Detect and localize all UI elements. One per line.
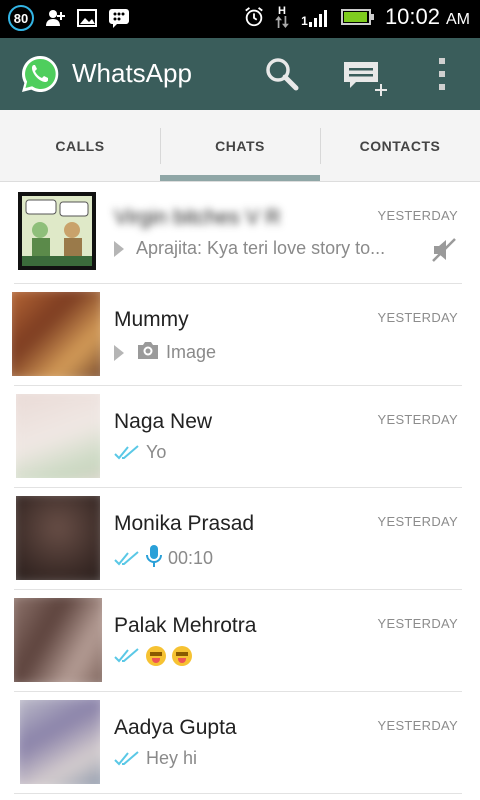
chat-name: Virgin bitches V R	[114, 206, 281, 229]
gallery-icon	[76, 7, 98, 29]
mic-icon	[146, 544, 162, 573]
emoji-icon	[146, 646, 166, 666]
play-indicator-icon	[114, 344, 124, 361]
chat-row[interactable]: Naga New YESTERDAY Yo	[0, 386, 480, 488]
chat-preview	[114, 646, 192, 666]
read-receipt-icon	[114, 550, 139, 565]
network-type-label: H	[277, 5, 286, 17]
status-bar: 80 H 1 10:02 AM	[0, 0, 480, 38]
battery-level-fill	[343, 12, 367, 22]
tab-calls[interactable]: CALLS	[0, 110, 160, 182]
active-tab-indicator	[160, 175, 320, 181]
data-arrows-icon: H	[273, 6, 291, 28]
chat-row[interactable]: Virgin bitches V R YESTERDAY Aprajita: K…	[0, 182, 480, 284]
tab-contacts[interactable]: CONTACTS	[320, 110, 480, 182]
whatsapp-logo-icon	[20, 54, 60, 94]
chat-row[interactable]: Monika Prasad YESTERDAY 00:10	[0, 488, 480, 590]
chat-row[interactable]: Aadya Gupta YESTERDAY Hey hi	[0, 692, 480, 794]
chat-time: YESTERDAY	[377, 412, 458, 427]
avatar[interactable]	[12, 292, 100, 376]
status-bar-left: 80	[8, 5, 130, 31]
new-chat-icon[interactable]	[342, 56, 390, 96]
status-clock: 10:02 AM	[385, 4, 470, 30]
app-bar: WhatsApp	[0, 38, 480, 110]
search-icon[interactable]	[264, 56, 300, 92]
read-receipt-icon	[114, 750, 139, 765]
chat-row[interactable]: Palak Mehrotra YESTERDAY	[0, 590, 480, 692]
camera-icon	[136, 340, 160, 365]
emoji-icon	[172, 646, 192, 666]
chat-name: Naga New	[114, 410, 213, 433]
signal-strength-icon: 1	[299, 6, 333, 28]
tab-bar: CALLS CHATS CONTACTS	[0, 110, 480, 182]
clock-ampm: AM	[446, 11, 470, 28]
avatar[interactable]	[18, 192, 96, 270]
tab-chats[interactable]: CHATS	[160, 110, 320, 182]
chat-preview: Hey hi	[114, 748, 197, 769]
chat-preview-text: 00:10	[168, 548, 214, 568]
chat-preview-text: Image	[166, 342, 217, 362]
clock-time: 10:02	[384, 4, 440, 29]
avatar[interactable]	[14, 598, 102, 682]
chat-preview: Yo	[114, 442, 166, 463]
chat-name: Mummy	[114, 308, 189, 331]
row-divider	[14, 793, 462, 794]
read-receipt-icon	[114, 444, 139, 459]
chat-time: YESTERDAY	[377, 310, 458, 325]
chat-preview-text: Aprajita: Kya teri love story to...	[136, 238, 386, 258]
chat-time: YESTERDAY	[377, 208, 458, 223]
avatar[interactable]	[16, 496, 100, 580]
chat-preview-text: Yo	[146, 442, 167, 462]
read-receipt-icon	[114, 648, 139, 663]
avatar[interactable]	[16, 394, 100, 478]
battery-icon	[340, 9, 374, 25]
muted-speaker-icon	[430, 236, 458, 264]
chat-row[interactable]: Mummy YESTERDAY Image	[0, 284, 480, 386]
status-bar-right: H 1 10:02 AM	[243, 4, 470, 30]
signal-label: 1	[301, 14, 308, 28]
chat-preview: Aprajita: Kya teri love story to...	[114, 238, 385, 259]
chat-name: Aadya Gupta	[114, 716, 237, 739]
chat-preview: Image	[114, 340, 216, 365]
alarm-icon	[243, 6, 265, 28]
add-contact-icon	[44, 7, 66, 29]
play-indicator-icon	[114, 240, 124, 257]
chat-preview-text: Hey hi	[146, 748, 198, 768]
avatar[interactable]	[20, 700, 100, 784]
bbm-icon	[108, 7, 130, 29]
chat-preview: 00:10	[114, 544, 213, 573]
notification-count-badge: 80	[8, 5, 34, 31]
chat-name: Monika Prasad	[114, 512, 255, 535]
overflow-menu-icon[interactable]	[430, 56, 454, 92]
chat-time: YESTERDAY	[377, 616, 458, 631]
app-title: WhatsApp	[72, 58, 192, 88]
chat-time: YESTERDAY	[377, 514, 458, 529]
chat-time: YESTERDAY	[377, 718, 458, 733]
chat-name: Palak Mehrotra	[114, 614, 257, 637]
